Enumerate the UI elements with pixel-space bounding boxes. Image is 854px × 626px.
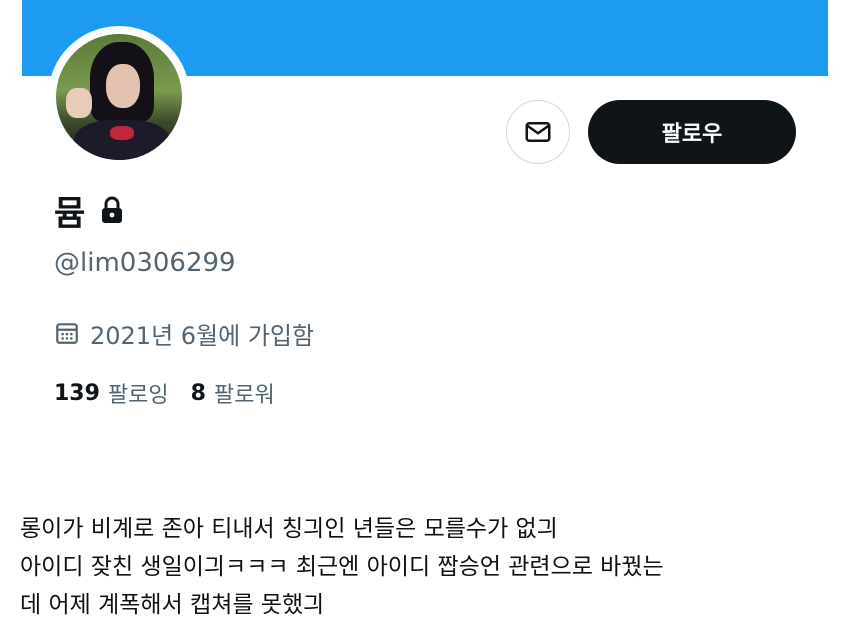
- caption-line: 롱이가 비계로 존아 티내서 칭긔인 년들은 모를수가 없긔: [20, 516, 558, 542]
- avatar-hand: [66, 88, 92, 118]
- calendar-icon: [56, 323, 78, 344]
- joined-text: 2021년 6월에 가입함: [90, 321, 315, 350]
- following-link[interactable]: 139 팔로잉: [54, 377, 169, 409]
- caption-text: 롱이가 비계로 존아 티내서 칭긔인 년들은 모를수가 없긔 아이디 잦친 생일…: [20, 510, 840, 624]
- display-name: 뮴: [54, 193, 87, 234]
- message-button[interactable]: [506, 100, 570, 164]
- avatar-face: [106, 64, 140, 108]
- avatar[interactable]: [56, 34, 182, 160]
- envelope-icon: [525, 122, 551, 142]
- followers-count: 8: [190, 380, 206, 406]
- followers-label: 팔로워: [213, 383, 275, 408]
- joined-date: 2021년 6월에 가입함: [54, 316, 314, 350]
- caption-line: 데 어제 계폭해서 캡쳐를 못했긔: [20, 592, 325, 618]
- following-label: 팔로잉: [107, 383, 169, 408]
- avatar-bow: [110, 126, 134, 140]
- follow-stats: 139 팔로잉 8 팔로워: [54, 376, 297, 410]
- followers-link[interactable]: 8 팔로워: [191, 377, 275, 409]
- profile-handle: @lim0306299: [54, 248, 236, 278]
- follow-button[interactable]: 팔로우: [588, 100, 796, 164]
- caption-line: 아이디 잦친 생일이긔ㅋㅋㅋ 최근엔 아이디 짭승언 관련으로 바꿨는: [20, 554, 664, 580]
- following-count: 139: [54, 380, 100, 406]
- profile-name-row: 뮴: [54, 188, 124, 234]
- lock-icon: [102, 196, 123, 223]
